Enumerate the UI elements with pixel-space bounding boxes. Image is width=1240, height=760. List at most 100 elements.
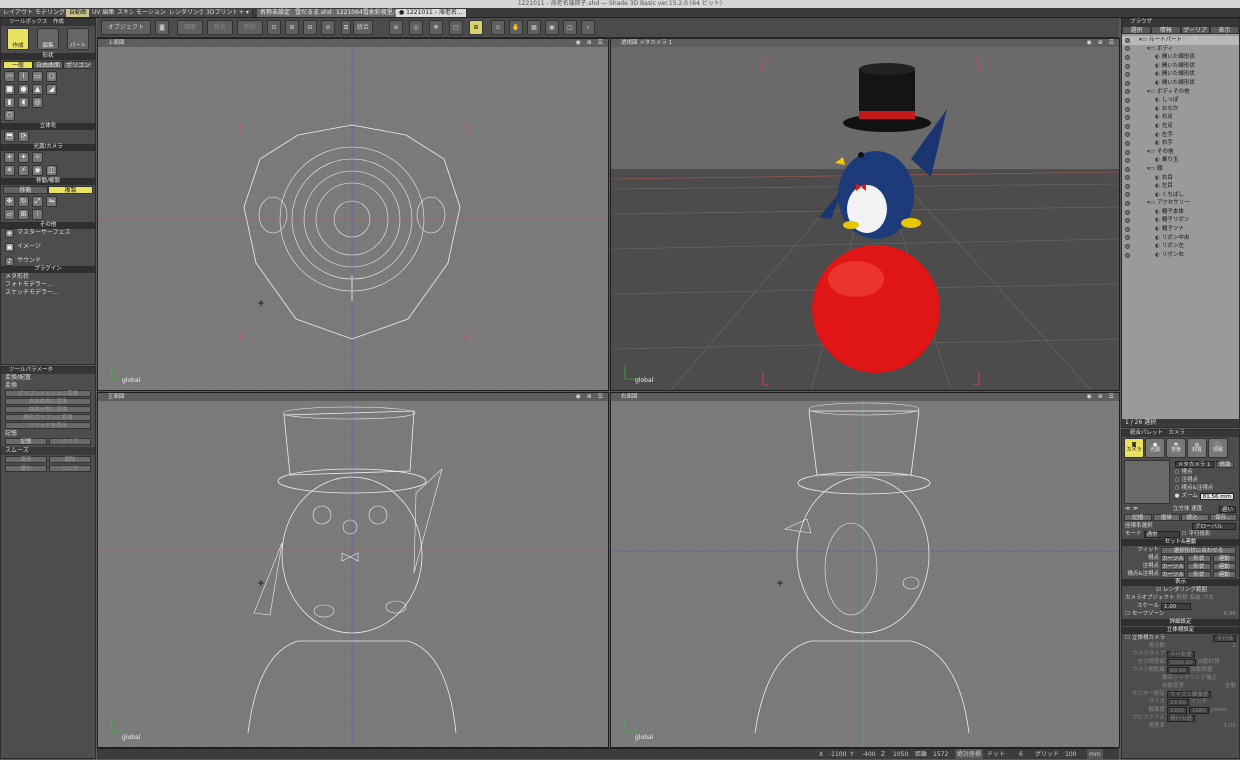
browser-tree-row[interactable]: ◐ 右目 <box>1122 174 1239 183</box>
smooth-link-button[interactable]: リンク <box>49 465 91 472</box>
convert-polymesh-button[interactable]: ポリゴンメッシュに変換 <box>5 390 91 397</box>
row-both-link[interactable]: 連動 <box>1212 570 1237 578</box>
row-target-shape[interactable]: 形状 <box>1187 562 1211 570</box>
visibility-icon[interactable] <box>1125 175 1130 181</box>
move-tab[interactable]: 移動 <box>3 186 48 194</box>
camera-name-select[interactable]: メタカメラ 1 <box>1174 460 1214 468</box>
palette-background-icon[interactable]: ◓ 背景 <box>1166 438 1186 458</box>
browser-tab-info[interactable]: 情報 <box>1151 26 1181 34</box>
visibility-icon[interactable] <box>1125 89 1130 95</box>
viewport-top[interactable]: 上面図 ◉ ⊕ ☰ global <box>97 38 609 391</box>
profile-select[interactable]: 現行の値 <box>1167 714 1196 722</box>
part-mode-button[interactable]: パート <box>67 28 89 50</box>
toolbar-btn-c[interactable]: 削除 <box>237 20 263 35</box>
stereo-camera-checkbox[interactable]: ☐ <box>1125 634 1130 642</box>
eye-dist-input[interactable]: 60.00 <box>1167 666 1189 674</box>
smooth-remove-button[interactable]: 解除 <box>49 456 91 463</box>
row-target-link[interactable]: 連動 <box>1212 562 1237 570</box>
visibility-icon[interactable] <box>1125 37 1130 43</box>
mode-select[interactable]: 通常 <box>1143 530 1180 538</box>
render-range-checkbox[interactable]: ☑ <box>1156 586 1161 594</box>
browser-tree-row[interactable]: ◐ 帽子本体 <box>1122 208 1239 217</box>
smooth-shrink-button[interactable]: 縮小 <box>5 465 47 472</box>
tab-auto[interactable]: 自動断 <box>66 9 92 17</box>
browser-tree-row[interactable]: ◐ 左足 <box>1122 122 1239 131</box>
row-both-cursor[interactable]: カーソル <box>1161 570 1186 578</box>
shape-tab-general[interactable]: 一般 <box>3 61 33 69</box>
tab-motion[interactable]: モーション <box>133 9 170 17</box>
view-4-icon[interactable]: ⊞ <box>469 20 483 35</box>
clear-button[interactable]: クリア <box>49 438 91 445</box>
parallax-value[interactable]: 1.00 <box>1224 722 1236 730</box>
browser-tree-row[interactable]: ◐ リボン中央 <box>1122 234 1239 243</box>
monitor-select[interactable]: サイズと解像度 <box>1167 690 1212 698</box>
rotate-icon[interactable]: ↻ <box>18 196 29 207</box>
browser-tree-row[interactable]: ◐ しっぽ <box>1122 96 1239 105</box>
visibility-icon[interactable] <box>1125 54 1130 60</box>
res-width-input[interactable]: 1920 <box>1167 706 1187 714</box>
visibility-icon[interactable] <box>1125 106 1130 112</box>
visibility-icon[interactable] <box>1125 97 1130 103</box>
camera-restore-button[interactable]: 復帰 <box>1152 514 1180 521</box>
radio-eye-target[interactable]: ○ 視点&注視点 <box>1172 484 1237 492</box>
zero-plane-input[interactable]: 5000.00 <box>1167 658 1196 666</box>
browser-tree-row[interactable]: ◐ 帽子ツナ <box>1122 225 1239 234</box>
coord-select[interactable]: グローバル <box>1192 522 1236 530</box>
visibility-icon[interactable] <box>1125 46 1130 52</box>
visibility-icon[interactable] <box>1125 123 1130 129</box>
magnifier-icon[interactable]: ⌕ <box>581 20 595 35</box>
cylinder-tool-icon[interactable]: ▮ <box>4 97 15 108</box>
browser-tree-row[interactable]: ◐ 右足 <box>1122 113 1239 122</box>
cam-obj-path[interactable]: パス <box>1203 594 1214 602</box>
object-mode-button[interactable]: オブジェクト <box>101 20 151 35</box>
safe-zone-value[interactable]: 0.90 <box>1224 610 1236 618</box>
master-surface-item[interactable]: ◈ マスターサーフェス <box>1 228 95 238</box>
polygon-tool-icon[interactable]: ⬡ <box>4 110 15 121</box>
scale-input[interactable]: 1.00 <box>1161 602 1191 610</box>
palette-material-icon[interactable]: ◍ 材質 <box>1187 438 1207 458</box>
pan-icon[interactable]: ✥ <box>429 20 443 35</box>
visibility-icon[interactable] <box>1125 226 1130 232</box>
shape-tab-polygon[interactable]: ポリゴン <box>63 61 93 69</box>
palette-info-icon[interactable]: ⓘ 情報 <box>1208 438 1228 458</box>
translate-icon[interactable]: ✥ <box>4 196 15 207</box>
view-count-value[interactable]: 2 <box>1233 642 1237 650</box>
speed-select[interactable]: 遅い <box>1218 505 1236 513</box>
row-eye-link[interactable]: 連動 <box>1212 554 1237 562</box>
size-input[interactable]: 23.60 <box>1167 698 1189 706</box>
browser-tree-row[interactable]: ▾▭ ルートパート <box>1122 36 1239 45</box>
cam-obj-shape[interactable]: 形状 <box>1177 594 1188 602</box>
closed-line-icon[interactable]: ⌇ <box>18 71 29 82</box>
select-rect-icon[interactable]: ⊡ <box>267 20 281 35</box>
doc-tab-snowman[interactable]: 雪だるま.shd <box>292 9 336 17</box>
browser-tab-display[interactable]: 表示 <box>1209 26 1239 34</box>
fit-button[interactable]: 選択形状に合わせる <box>1161 546 1236 554</box>
browser-tree-row[interactable]: ◐ 左目 <box>1122 182 1239 191</box>
browser-tree-row[interactable]: ◐ 帽子リボン <box>1122 216 1239 225</box>
revolve-icon[interactable]: ⟳ <box>18 131 29 142</box>
visibility-icon[interactable] <box>1125 158 1130 164</box>
visibility-icon[interactable] <box>1125 63 1130 69</box>
visibility-icon[interactable] <box>1125 235 1130 241</box>
image-item[interactable]: ▣ イメージ <box>1 242 95 252</box>
record-button[interactable]: 記憶 <box>5 438 47 445</box>
plugin-meta[interactable]: メタ形状 <box>1 273 95 281</box>
convert-subdiv-button[interactable]: 曲面分割に変換 <box>5 406 91 413</box>
convert-freeform-button[interactable]: 自由曲面に変換 <box>5 398 91 405</box>
visibility-icon[interactable] <box>1125 209 1130 215</box>
row-eye-cursor[interactable]: カーソル <box>1161 554 1186 562</box>
show-solid-button[interactable]: ソリッドを表示 <box>5 422 91 429</box>
browser-tree-row[interactable]: ▾▭ その他 <box>1122 148 1239 157</box>
viewport-perspective[interactable]: 透視図 メタカメラ 1 ◉ ⊕ ☰ global <box>610 38 1120 391</box>
smooth-apply-button[interactable]: 適用 <box>5 456 47 463</box>
browser-tab-boolean[interactable]: グーリアン <box>1180 26 1210 42</box>
browser-tree-row[interactable]: ◐ リボン右 <box>1122 251 1239 260</box>
tab-add[interactable]: + ▾ <box>236 9 253 17</box>
browser-tree-row[interactable]: ▾▭ ボディその他 <box>1122 88 1239 97</box>
visibility-icon[interactable] <box>1125 252 1130 258</box>
toolbar-btn-b[interactable]: 統合 <box>207 20 233 35</box>
row-both-shape[interactable]: 形状 <box>1187 570 1211 578</box>
browser-tree-row[interactable]: ◐ 開いた線形状 <box>1122 53 1239 62</box>
camera-type-select[interactable]: 平行配置 <box>1167 650 1196 658</box>
scale-icon[interactable]: ⤢ <box>32 196 43 207</box>
